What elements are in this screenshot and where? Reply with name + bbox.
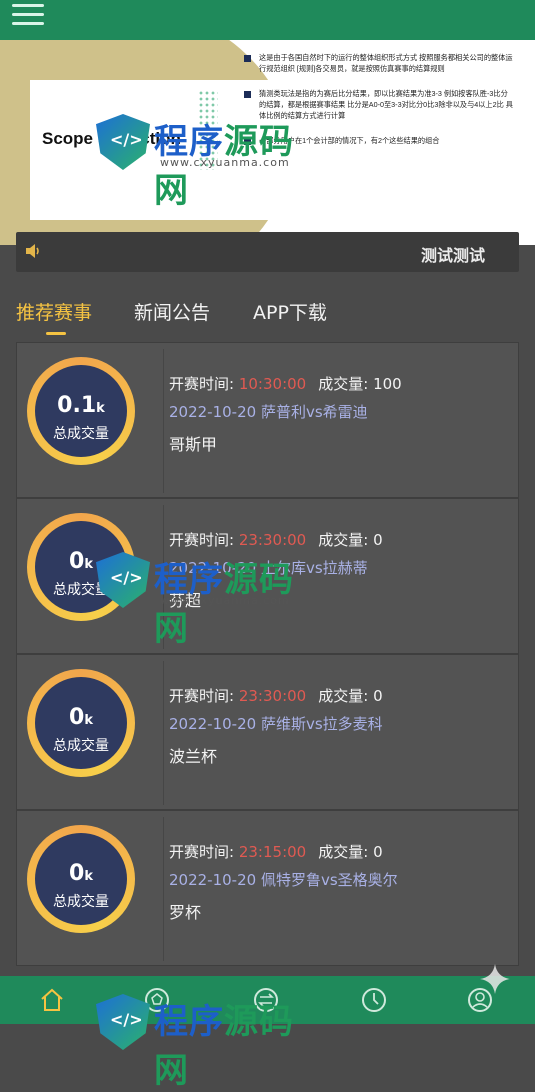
menu-icon[interactable]	[12, 4, 44, 26]
match-teams: 2022-10-20 萨普利vs希雷迪	[169, 403, 368, 421]
home-icon	[41, 988, 63, 1011]
card-divider	[163, 349, 164, 493]
start-time: 23:30:00	[238, 687, 307, 705]
total-volume-value: 0k	[69, 549, 93, 574]
card-divider	[163, 505, 164, 649]
banner-note: 猜测类玩法是指的为赛后比分结果，即以比赛结果为准3-3 例如按客队胜-3比分的结…	[244, 88, 514, 121]
card-divider	[163, 817, 164, 961]
total-volume-label: 总成交量	[53, 426, 109, 442]
match-teams: 2022-10-20 土尔库vs拉赫蒂	[169, 559, 368, 577]
nav-matches[interactable]	[143, 986, 177, 1020]
start-time: 23:15:00	[238, 843, 307, 861]
volume-label: 成交量:	[318, 687, 369, 705]
volume-value: 0	[373, 843, 383, 861]
total-volume-value: 0.1k	[57, 393, 105, 418]
volume-label: 成交量:	[318, 375, 369, 393]
volume-value: 0	[373, 687, 383, 705]
total-volume-value: 0k	[69, 705, 93, 730]
banner-note-text: 猜测类玩法是指的为赛后比分结果，即以比赛结果为准3-3 例如按客队胜-3比分的结…	[259, 89, 513, 120]
match-card[interactable]: 0.1k 总成交量 开赛时间: 10:30:00 成交量: 100 2022-10…	[16, 342, 519, 498]
card-divider	[163, 661, 164, 805]
clock-icon	[362, 988, 386, 1012]
banner-notes: 这是由于各国自然时下的运行的整体组织形式方式 按照服务都相关公司的整体运行规范组…	[244, 52, 514, 160]
nav-exchange[interactable]	[252, 986, 286, 1020]
tab-bar: 推荐赛事 新闻公告 APP下载	[16, 298, 519, 338]
volume-label: 成交量:	[318, 531, 369, 549]
total-volume-label: 总成交量	[53, 738, 109, 754]
bottom-nav	[0, 976, 535, 1024]
volume-ring: 0k 总成交量	[27, 825, 135, 933]
banner-note: 这是由于各国自然时下的运行的整体组织形式方式 按照服务都相关公司的整体运行规范组…	[244, 52, 514, 74]
tab-active-indicator	[46, 332, 66, 335]
match-card[interactable]: 0k 总成交量 开赛时间: 23:30:00 成交量: 0 2022-10-20 …	[16, 654, 519, 810]
exchange-icon	[254, 988, 278, 1012]
nav-home[interactable]	[38, 986, 72, 1020]
nav-history[interactable]	[360, 986, 394, 1020]
start-time: 23:30:00	[238, 531, 307, 549]
notice-bar[interactable]: 测试测试	[16, 232, 519, 272]
tab-app-download[interactable]: APP下载	[253, 298, 327, 325]
sparkle-icon	[480, 964, 510, 994]
league-name: 芬超	[169, 591, 202, 610]
volume-value: 0	[373, 531, 383, 549]
match-card[interactable]: 0k 总成交量 开赛时间: 23:15:00 成交量: 0 2022-10-20 …	[16, 810, 519, 966]
total-volume-label: 总成交量	[53, 894, 109, 910]
banner-note-text: 这是由于各国自然时下的运行的整体组织形式方式 按照服务都相关公司的整体运行规范组…	[259, 53, 513, 73]
volume-ring: 0.1k 总成交量	[27, 357, 135, 465]
banner-note-text: 一部分用户在1个会计部的情况下，有2个这些结果的组合	[259, 136, 440, 145]
league-name: 罗杯	[169, 903, 202, 922]
league-name: 哥斯甲	[169, 435, 218, 454]
banner[interactable]: Scope correction 这是由于各国自然时下的运行的整体组织形式方式 …	[0, 40, 535, 245]
top-bar	[0, 0, 535, 40]
league-name: 波兰杯	[169, 747, 218, 766]
volume-label: 成交量:	[318, 843, 369, 861]
match-list: 0.1k 总成交量 开赛时间: 10:30:00 成交量: 100 2022-10…	[16, 342, 519, 966]
tab-recommended-matches[interactable]: 推荐赛事	[16, 298, 92, 325]
start-time: 10:30:00	[238, 375, 307, 393]
total-volume-label: 总成交量	[53, 582, 109, 598]
volume-value: 100	[373, 375, 402, 393]
volume-ring: 0k 总成交量	[27, 513, 135, 621]
match-card[interactable]: 0k 总成交量 开赛时间: 23:30:00 成交量: 0 2022-10-20 …	[16, 498, 519, 654]
speaker-icon	[26, 244, 39, 258]
volume-ring: 0k 总成交量	[27, 669, 135, 777]
football-icon	[145, 988, 169, 1012]
start-time-label: 开赛时间:	[169, 843, 235, 861]
total-volume-value: 0k	[69, 861, 93, 886]
start-time-label: 开赛时间:	[169, 687, 235, 705]
tab-news[interactable]: 新闻公告	[134, 298, 210, 325]
start-time-label: 开赛时间:	[169, 375, 235, 393]
match-teams: 2022-10-20 佩特罗鲁vs圣格奥尔	[169, 871, 398, 889]
banner-dots	[198, 90, 218, 170]
notice-text: 测试测试	[420, 246, 485, 265]
start-time-label: 开赛时间:	[169, 531, 235, 549]
banner-note: 一部分用户在1个会计部的情况下，有2个这些结果的组合	[244, 135, 514, 146]
match-teams: 2022-10-20 萨维斯vs拉多麦科	[169, 715, 383, 733]
